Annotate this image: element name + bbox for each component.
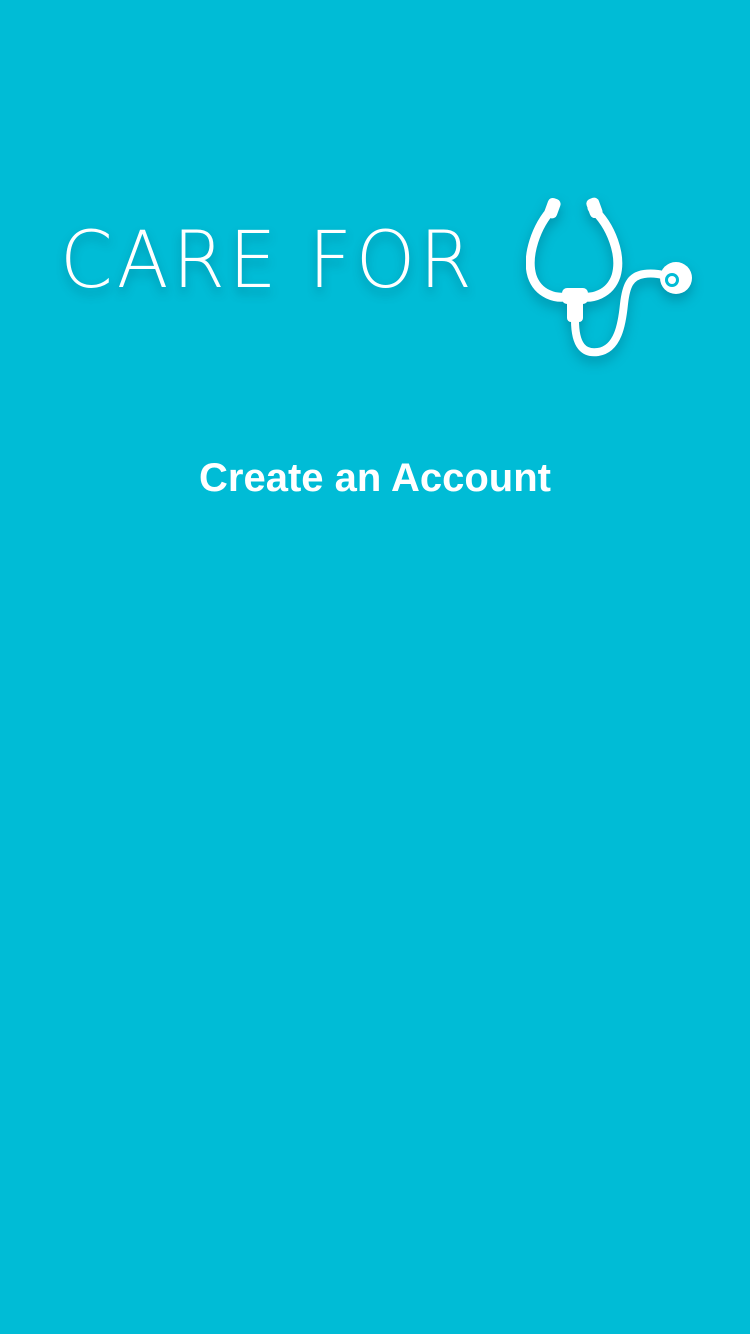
logo-text: CARE FOR [60, 216, 476, 306]
stethoscope-icon [526, 197, 692, 357]
app-logo: CARE FOR [60, 196, 700, 366]
create-account-button[interactable]: Create an Account [0, 454, 750, 502]
welcome-screen: CARE FOR Create an Account [0, 0, 750, 1334]
